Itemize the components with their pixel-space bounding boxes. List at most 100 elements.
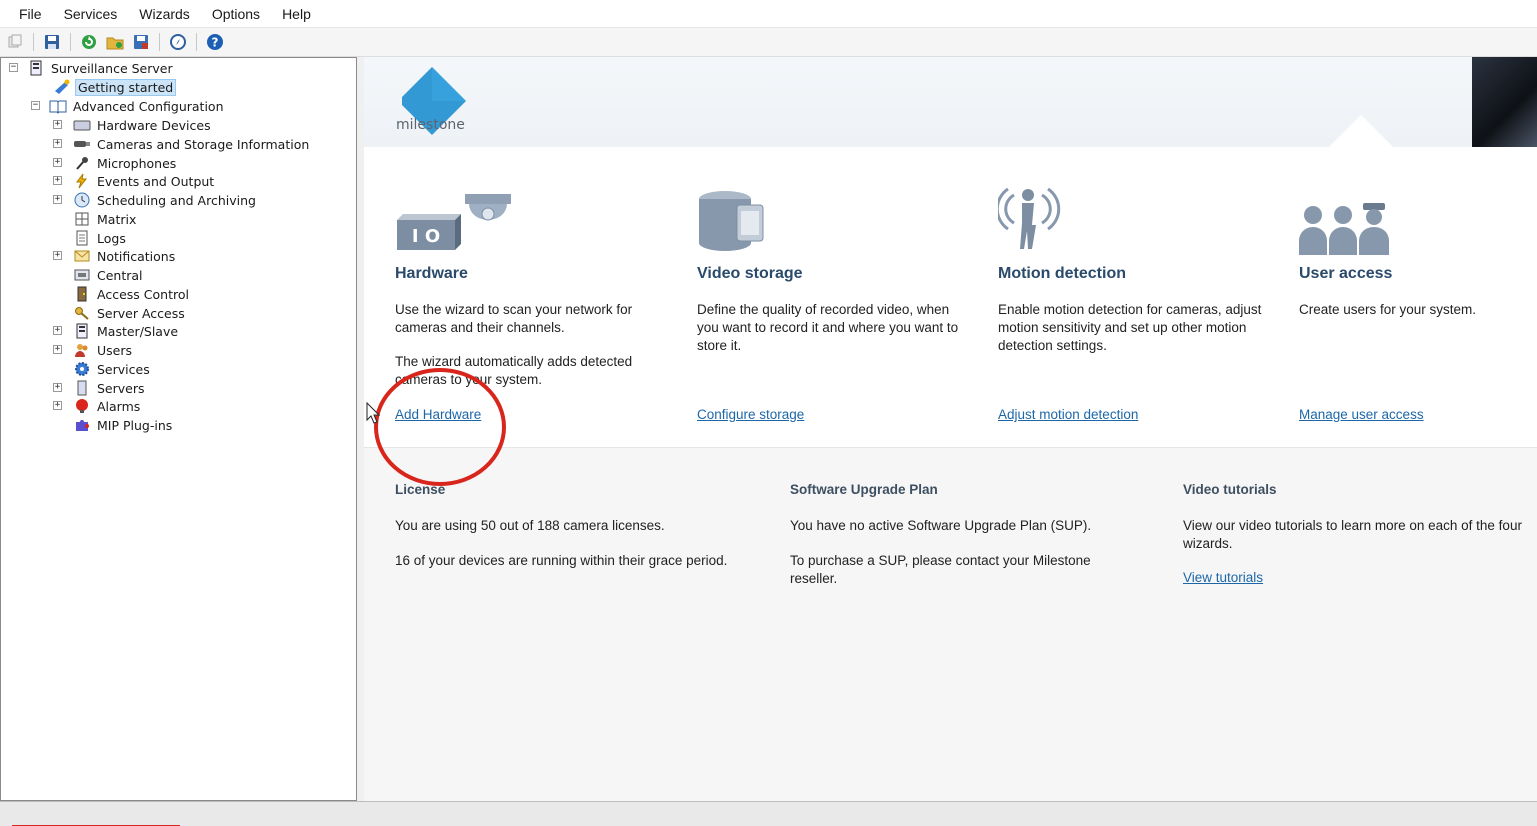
- milestone-logo: milestone: [396, 67, 466, 135]
- envelope-icon: [73, 248, 91, 264]
- tree-item-cameras-storage[interactable]: + Cameras and Storage Information: [53, 135, 311, 153]
- open-folder-icon[interactable]: [104, 31, 126, 53]
- tree-item-surveillance-server[interactable]: − Surveillance Server: [9, 59, 175, 77]
- tree-item-microphones[interactable]: + Microphones: [53, 154, 178, 172]
- motion-title: Motion detection: [998, 265, 1126, 282]
- compass-icon[interactable]: [167, 31, 189, 53]
- tree-item-mip-plugins[interactable]: MIP Plug-ins: [53, 416, 174, 434]
- hardware-icon: I O: [395, 192, 515, 257]
- tree-item-notifications[interactable]: + Notifications: [53, 247, 177, 265]
- mouse-cursor-icon: [366, 402, 380, 424]
- menu-services[interactable]: Services: [53, 6, 129, 22]
- tree-label: Events and Output: [97, 173, 215, 189]
- tree-label: Master/Slave: [97, 323, 179, 339]
- storage-icon: [697, 189, 769, 254]
- menu-bar: File Services Wizards Options Help: [0, 0, 1537, 28]
- lightning-icon: [73, 173, 91, 189]
- license-grace-text: 16 of your devices are running within th…: [395, 553, 728, 568]
- expand-icon[interactable]: +: [53, 120, 62, 129]
- menu-wizards[interactable]: Wizards: [128, 6, 201, 22]
- tree-label: Cameras and Storage Information: [97, 136, 310, 152]
- tree-item-servers[interactable]: + Servers: [53, 379, 147, 397]
- central-icon: [73, 267, 91, 283]
- tree-item-matrix[interactable]: Matrix: [53, 210, 138, 228]
- sup-status-text: You have no active Software Upgrade Plan…: [790, 518, 1092, 533]
- log-icon: [73, 230, 91, 246]
- motion-description: Enable motion detection for cameras, adj…: [998, 302, 1262, 353]
- toolbar-separator: [70, 33, 71, 51]
- collapse-icon[interactable]: −: [9, 63, 18, 72]
- tree-item-alarms[interactable]: + Alarms: [53, 397, 142, 415]
- expand-icon[interactable]: +: [53, 176, 62, 185]
- help-icon[interactable]: ?: [204, 31, 226, 53]
- expand-icon[interactable]: +: [53, 158, 62, 167]
- tree-label: Servers: [97, 380, 145, 396]
- tree-label: Matrix: [97, 211, 137, 227]
- tutorials-text: View our video tutorials to learn more o…: [1183, 518, 1522, 551]
- expand-icon[interactable]: +: [53, 139, 62, 148]
- tree-item-users[interactable]: + Users: [53, 341, 134, 359]
- key-icon: [73, 305, 91, 321]
- adjust-motion-detection-link[interactable]: Adjust motion detection: [998, 407, 1138, 422]
- door-icon: [73, 286, 91, 302]
- tree-item-central[interactable]: Central: [53, 266, 145, 284]
- license-usage-text: You are using 50 out of 188 camera licen…: [395, 518, 665, 533]
- users-group-icon: [1299, 203, 1399, 268]
- user-access-description: Create users for your system.: [1299, 302, 1477, 317]
- tree-item-hardware-devices[interactable]: + Hardware Devices: [53, 116, 213, 134]
- logo-text: milestone: [396, 117, 465, 133]
- expand-icon[interactable]: +: [53, 345, 62, 354]
- wizard-motion-detection: Motion detection Enable motion detection…: [995, 147, 1278, 447]
- menu-options[interactable]: Options: [201, 6, 271, 22]
- tree-label: Services: [97, 361, 150, 377]
- menu-help[interactable]: Help: [271, 6, 322, 22]
- matrix-icon: [73, 211, 91, 227]
- tree-item-advanced-configuration[interactable]: − Advanced Configuration: [31, 97, 226, 115]
- tree-label: Hardware Devices: [97, 117, 211, 133]
- collapse-icon[interactable]: −: [31, 101, 40, 110]
- tree-item-logs[interactable]: Logs: [53, 229, 128, 247]
- refresh-icon[interactable]: [78, 31, 100, 53]
- expand-icon[interactable]: +: [53, 195, 62, 204]
- save-icon[interactable]: [41, 31, 63, 53]
- tree-item-services[interactable]: Services: [53, 360, 152, 378]
- header-photo: [1472, 57, 1537, 147]
- book-icon: [49, 98, 67, 114]
- tutorials-title: Video tutorials: [1183, 482, 1277, 497]
- tree-item-events-output[interactable]: + Events and Output: [53, 172, 216, 190]
- tree-label: Scheduling and Archiving: [97, 192, 256, 208]
- toolbar: ?: [0, 28, 1537, 57]
- menu-file[interactable]: File: [8, 6, 53, 22]
- annotation-circle: [374, 368, 506, 486]
- tree-item-server-access[interactable]: Server Access: [53, 304, 187, 322]
- expand-icon[interactable]: +: [53, 251, 62, 260]
- sup-purchase-text: To purchase a SUP, please contact your M…: [790, 553, 1091, 586]
- expand-icon[interactable]: +: [53, 383, 62, 392]
- wizard-section: I O Hardware Use the wizard to scan your…: [364, 147, 1537, 447]
- wizard-user-access: User access Create users for your system…: [1299, 147, 1537, 447]
- tree-item-scheduling-archiving[interactable]: + Scheduling and Archiving: [53, 191, 258, 209]
- wizard-video-storage: Video storage Define the quality of reco…: [697, 147, 977, 447]
- tree-item-getting-started[interactable]: Getting started: [53, 78, 177, 96]
- expand-icon[interactable]: +: [53, 326, 62, 335]
- gear-icon: [73, 361, 91, 377]
- tree-item-master-slave[interactable]: + Master/Slave: [53, 322, 180, 340]
- getting-started-page: milestone I O Hardware Use the wizard to…: [364, 57, 1537, 801]
- navigation-tree: − Surveillance Server Getting started − …: [0, 57, 357, 801]
- tree-item-access-control[interactable]: Access Control: [53, 285, 191, 303]
- tree-label: Notifications: [97, 248, 176, 264]
- configure-storage-link[interactable]: Configure storage: [697, 407, 804, 422]
- server-icon: [27, 60, 45, 76]
- view-tutorials-link[interactable]: View tutorials: [1183, 570, 1263, 585]
- alarm-icon: [73, 398, 91, 414]
- tree-label: Advanced Configuration: [73, 98, 224, 114]
- copy-icon[interactable]: [4, 31, 26, 53]
- tree-label: Alarms: [97, 398, 141, 414]
- hardware-device-icon: [73, 117, 91, 133]
- save-as-icon[interactable]: [130, 31, 152, 53]
- microphone-icon: [73, 155, 91, 171]
- tree-label: MIP Plug-ins: [97, 417, 173, 433]
- expand-icon[interactable]: +: [53, 401, 62, 410]
- manage-user-access-link[interactable]: Manage user access: [1299, 407, 1424, 422]
- user-access-title: User access: [1299, 265, 1393, 282]
